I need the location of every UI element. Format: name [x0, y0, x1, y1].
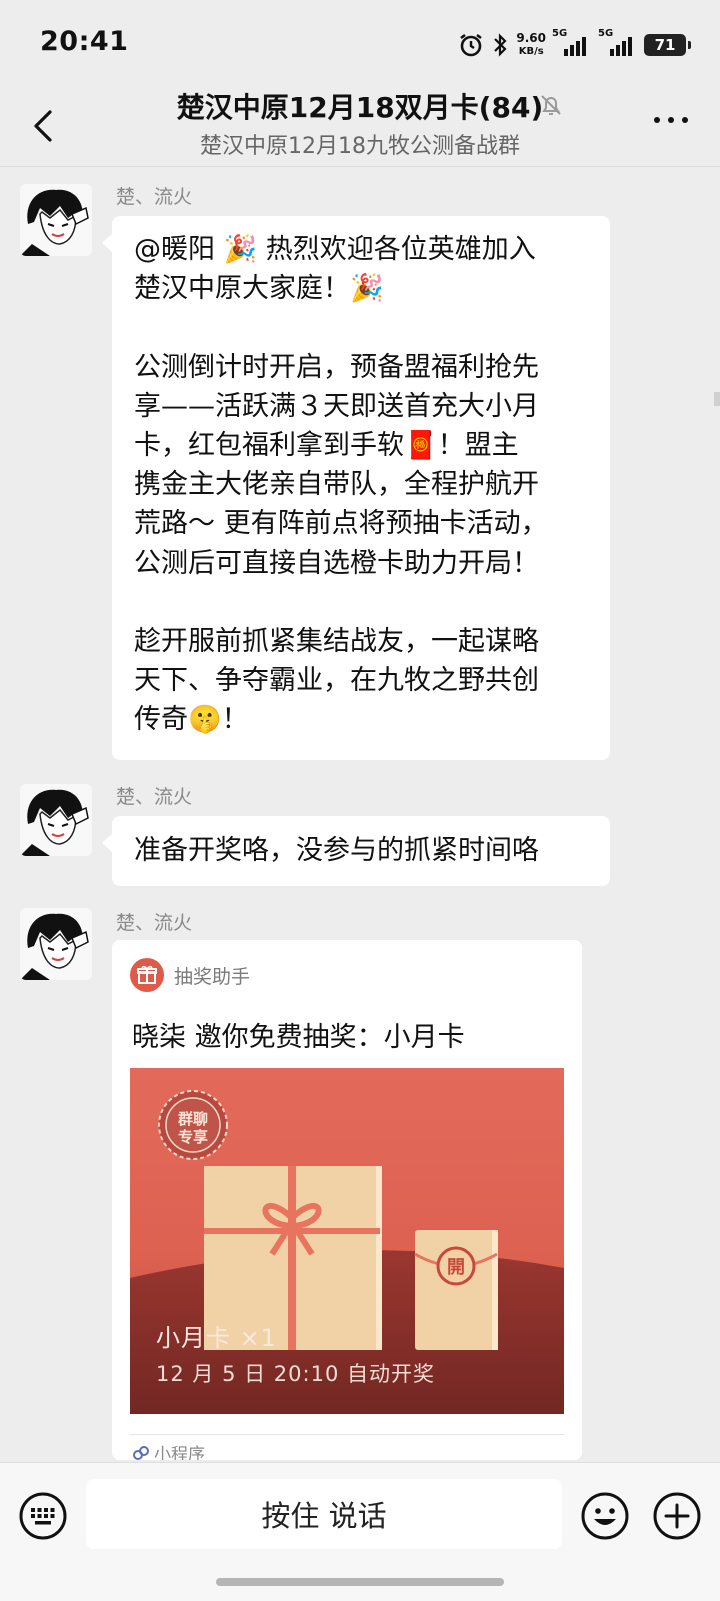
- signal-icon: 5G: [598, 28, 636, 56]
- status-time: 20:41: [40, 26, 129, 57]
- bell-off-icon: [541, 95, 561, 115]
- prize-label: 小月卡 ×1: [156, 1324, 278, 1352]
- message-line: 享——活跃满３天即送首充大小月: [134, 390, 539, 422]
- message-line: 公测后可直接自选橙卡助力开局！: [134, 547, 539, 579]
- net-speed-unit: KB/s: [518, 46, 544, 57]
- message-line: 卡，红包福利拿到手软🧧！盟主: [134, 430, 519, 462]
- message-line: 携金主大佬亲自带队，全程护航开: [134, 469, 539, 501]
- avatar[interactable]: [20, 908, 92, 980]
- more-dot: [668, 117, 674, 123]
- status-icons: 9.60 KB/s 5G 5G 71: [458, 28, 691, 62]
- status-bar: 20:41 9.60 KB/s 5G 5G 71: [0, 0, 720, 86]
- bluetooth-icon: [494, 33, 507, 57]
- alarm-icon: [460, 33, 483, 57]
- net-speed: 9.60 KB/s: [516, 32, 546, 58]
- signal-label: 5G: [598, 28, 614, 39]
- message-line: 公测倒计时开启，预备盟福利抢先: [134, 351, 539, 383]
- avatar-image: [20, 184, 92, 256]
- hold-to-talk-button[interactable]: 按住 说话: [86, 1479, 562, 1549]
- card-footer: 小程序: [132, 1440, 205, 1460]
- card-app-name: 抽奖助手: [174, 965, 251, 988]
- card-title: 晓柒 邀你免费抽奖：小月卡: [132, 1022, 465, 1053]
- draw-time: 12 月 5 日 20:10 自动开奖: [156, 1362, 435, 1386]
- group-exclusive-badge-text: 群聊 专享: [171, 1110, 215, 1146]
- mini-program-icon: [133, 1445, 149, 1460]
- card-app-row: 抽奖助手: [130, 958, 250, 992]
- message-line: @暖阳 🎉 热烈欢迎各位英雄加入: [134, 234, 536, 265]
- voice-keyboard-toggle[interactable]: [18, 1491, 68, 1541]
- message-bubble[interactable]: 准备开奖咯，没参与的抓紧时间咯: [102, 816, 610, 886]
- badge-line: 群聊: [177, 1110, 208, 1128]
- keyboard-icon: [19, 1492, 67, 1540]
- badge-line: 专享: [177, 1128, 208, 1146]
- open-envelope-seal: 開: [447, 1257, 465, 1278]
- message-bubble[interactable]: @暖阳 🎉 热烈欢迎各位英雄加入 楚汉中原大家庭！🎉 公测倒计时开启，预备盟福利…: [102, 216, 610, 760]
- more-dot: [682, 117, 688, 123]
- scroll-indicator: [714, 392, 720, 406]
- sender-name: 楚、流火: [116, 912, 193, 934]
- net-speed-value: 9.60: [516, 31, 546, 45]
- message-line: 荒路～ 更有阵前点将预抽卡活动，: [134, 508, 548, 540]
- more-button[interactable]: [654, 110, 690, 130]
- chat-title: 楚汉中原12月18双月卡(84): [176, 91, 544, 124]
- battery-icon: 71: [644, 34, 691, 56]
- sender-name: 楚、流火: [116, 786, 193, 808]
- card-divider: [130, 1434, 564, 1435]
- message-line: 准备开奖咯，没参与的抓紧时间咯: [134, 835, 539, 866]
- chat-subtitle: 楚汉中原12月18九牧公测备战群: [200, 134, 520, 159]
- emoji-button[interactable]: [580, 1491, 630, 1541]
- smile-icon: [581, 1492, 629, 1540]
- message-text: @暖阳 🎉 热烈欢迎各位英雄加入 楚汉中原大家庭！🎉 公测倒计时开启，预备盟福利…: [112, 216, 610, 754]
- message-line: 天下、争夺霸业，在九牧之野共创: [134, 665, 539, 697]
- home-indicator[interactable]: [216, 1578, 504, 1586]
- message-line: 传奇🤫！: [134, 704, 249, 736]
- signal-icon: 5G: [552, 28, 592, 56]
- message-line: 趁开服前抓紧集结战友，一起谋略: [134, 626, 539, 658]
- sender-name: 楚、流火: [116, 186, 193, 208]
- mini-program-label: 小程序: [154, 1445, 205, 1460]
- gift-icon: [130, 958, 164, 992]
- avatar[interactable]: [20, 784, 92, 856]
- more-functions-button[interactable]: [652, 1491, 702, 1541]
- chat-header: 楚汉中原12月18双月卡(84) 楚汉中原12月18九牧公测备战群: [0, 86, 720, 167]
- avatar-image: [20, 908, 92, 980]
- message-line: 楚汉中原大家庭！🎉: [134, 273, 384, 305]
- battery-level: 71: [654, 36, 676, 54]
- mini-program-card[interactable]: 抽奖助手 晓柒 邀你免费抽奖：小月卡 群聊 专享 開 小月卡 ×1 12 月 5…: [112, 940, 582, 1460]
- plus-circle-icon: [653, 1492, 701, 1540]
- card-prize-image: 群聊 专享 開 小月卡 ×1 12 月 5 日 20:10 自动开奖: [130, 1068, 564, 1414]
- avatar-image: [20, 784, 92, 856]
- message-text: 准备开奖咯，没参与的抓紧时间咯: [112, 816, 610, 884]
- signal-label: 5G: [552, 28, 568, 39]
- more-dots-icon: [654, 117, 660, 123]
- avatar[interactable]: [20, 184, 92, 256]
